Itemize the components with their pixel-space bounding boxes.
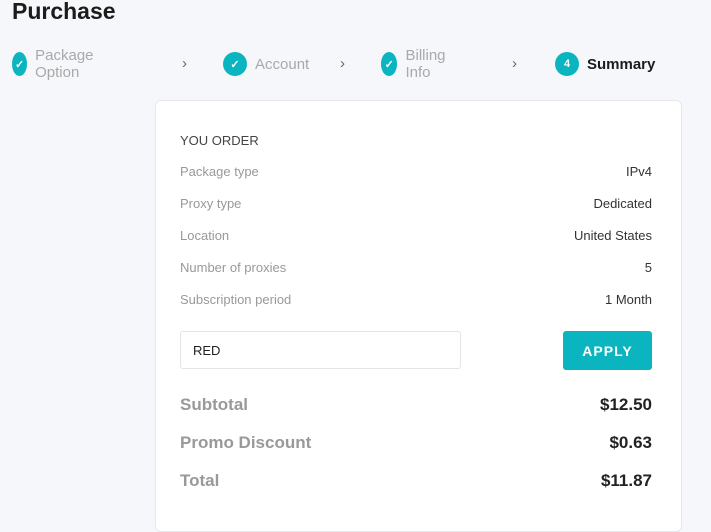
total-row: Total $11.87 [180,471,652,490]
page-title: Purchase [12,0,116,24]
order-row: Subscription period 1 Month [180,292,652,307]
check-icon: ✓ [381,52,398,76]
promo-discount-row: Promo Discount $0.63 [180,433,652,452]
step-package-option[interactable]: ✓ Package Option [12,47,102,81]
step-summary[interactable]: 4 Summary [555,52,655,76]
step-account[interactable]: ✓ Account [223,52,309,76]
order-row: Proxy type Dedicated [180,196,652,211]
step-number: 4 [555,52,579,76]
chevron-right-icon: › [182,55,187,72]
apply-button[interactable]: APPLY [563,331,652,370]
check-icon: ✓ [12,52,28,76]
order-row: Location United States [180,228,652,243]
step-billing-info[interactable]: ✓ Billing Info [381,47,453,81]
chevron-right-icon: › [340,55,345,72]
order-heading: YOU ORDER [180,133,259,148]
order-row: Package type IPv4 [180,164,652,179]
order-summary-card: YOU ORDER Package type IPv4 Proxy type Ded… [155,100,682,532]
chevron-right-icon: › [512,55,517,72]
check-icon: ✓ [223,52,247,76]
promo-code-input[interactable] [180,331,461,369]
order-row: Number of proxies 5 [180,260,652,275]
subtotal-row: Subtotal $12.50 [180,395,652,414]
